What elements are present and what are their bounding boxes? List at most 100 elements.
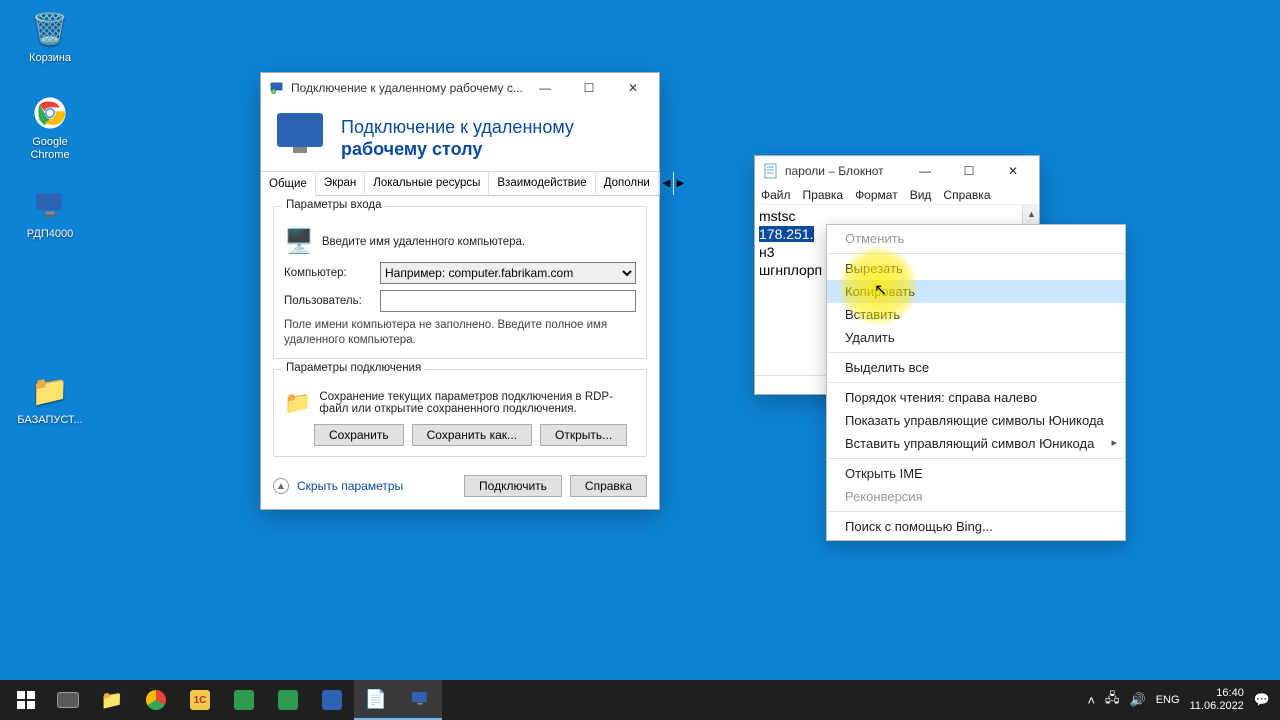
taskbar-1c[interactable]: 1C xyxy=(178,680,222,720)
rdp-icon xyxy=(410,689,430,709)
connection-group: Параметры подключения 📁 Сохранение текущ… xyxy=(273,369,647,457)
rdp-banner-heading: Подключение к удаленному рабочему столу xyxy=(341,116,574,160)
scroll-up-icon[interactable]: ▲ xyxy=(1023,205,1039,222)
ctx-delete[interactable]: Удалить xyxy=(827,326,1125,349)
login-hint: Поле имени компьютера не заполнено. Введ… xyxy=(284,318,636,348)
taskbar-clock[interactable]: 16:40 11.06.2022 xyxy=(1190,687,1244,713)
taskbar-chrome[interactable] xyxy=(134,680,178,720)
rdp-window: Подключение к удаленному рабочему с... —… xyxy=(260,72,660,510)
taskbar-taskview[interactable] xyxy=(46,680,90,720)
minimize-button[interactable]: — xyxy=(523,73,567,103)
tab-display[interactable]: Экран xyxy=(316,172,365,195)
taskbar: 📁 1C 📄 ˄ 🖧 🔊 ENG 16:40 11.06.2022 💬 xyxy=(0,680,1280,720)
taskbar-explorer[interactable]: 📁 xyxy=(90,680,134,720)
1c-icon: 1C xyxy=(190,690,210,710)
tab-experience[interactable]: Взаимодействие xyxy=(489,172,595,195)
volume-icon[interactable]: 🔊 xyxy=(1130,692,1146,708)
hide-params-link[interactable]: Скрыть параметры xyxy=(297,479,403,493)
label-computer: Компьютер: xyxy=(284,267,372,279)
separator xyxy=(828,382,1124,383)
login-prompt: Введите имя удаленного компьютера. xyxy=(322,236,525,248)
user-input[interactable] xyxy=(380,290,636,312)
notifications-icon[interactable]: 💬 xyxy=(1254,692,1270,708)
rdp-titlebar-icon xyxy=(269,80,285,96)
login-group: Параметры входа 🖥️ Введите имя удаленног… xyxy=(273,206,647,359)
menu-file[interactable]: Файл xyxy=(761,188,791,202)
notepad-menubar: Файл Правка Формат Вид Справка xyxy=(755,186,1039,205)
notepad-icon: 📄 xyxy=(365,689,387,710)
desktop-icon-chrome[interactable]: Google Chrome xyxy=(14,92,86,162)
connect-button[interactable]: Подключить xyxy=(464,475,562,497)
rdp-window-title: Подключение к удаленному рабочему с... xyxy=(291,81,523,95)
tab-scroll-left[interactable]: ◀ xyxy=(659,172,673,195)
menu-view[interactable]: Вид xyxy=(910,188,932,202)
separator xyxy=(828,511,1124,512)
ctx-rtl[interactable]: Порядок чтения: справа налево xyxy=(827,386,1125,409)
save-as-button[interactable]: Сохранить как... xyxy=(412,424,532,446)
separator xyxy=(828,458,1124,459)
ctx-copy[interactable]: Копировать xyxy=(827,280,1125,303)
login-group-title: Параметры входа xyxy=(282,199,385,211)
tab-scroll-right[interactable]: ▶ xyxy=(673,172,687,195)
folder-icon: 📁 xyxy=(29,370,71,412)
maximize-button[interactable]: ☐ xyxy=(947,156,991,186)
chevron-up-icon[interactable]: ˄ xyxy=(1087,693,1095,708)
tab-general[interactable]: Общие xyxy=(261,173,316,196)
taskbar-app-green[interactable] xyxy=(222,680,266,720)
menu-help[interactable]: Справка xyxy=(943,188,990,202)
connection-desc: Сохранение текущих параметров подключени… xyxy=(319,391,636,415)
notepad-window-title: пароли – Блокнот xyxy=(785,164,903,178)
rdp-banner: Подключение к удаленному рабочему столу xyxy=(261,103,659,171)
taskbar-app-green2[interactable] xyxy=(266,680,310,720)
ctx-show-unicode[interactable]: Показать управляющие символы Юникода xyxy=(827,409,1125,432)
label-user: Пользователь: xyxy=(284,295,372,307)
desktop-icon-rdp4000[interactable]: РДП4000 xyxy=(14,184,86,241)
taskbar-notepad[interactable]: 📄 xyxy=(354,680,398,720)
rdp-titlebar[interactable]: Подключение к удаленному рабочему с... —… xyxy=(261,73,659,103)
close-button[interactable]: ✕ xyxy=(611,73,655,103)
rdp-banner-icon xyxy=(277,113,327,163)
separator xyxy=(828,253,1124,254)
clock-date: 11.06.2022 xyxy=(1190,700,1244,713)
tab-local-resources[interactable]: Локальные ресурсы xyxy=(365,172,489,195)
desktop-icon-label: БАЗАПУСТ... xyxy=(14,414,86,427)
chrome-icon xyxy=(29,92,71,134)
ctx-paste[interactable]: Вставить xyxy=(827,303,1125,326)
ctx-bing[interactable]: Поиск с помощью Bing... xyxy=(827,515,1125,538)
open-button[interactable]: Открыть... xyxy=(540,424,627,446)
start-button[interactable] xyxy=(6,680,46,720)
connection-group-title: Параметры подключения xyxy=(282,362,425,374)
desktop-icon-label: Корзина xyxy=(14,52,86,65)
computer-input[interactable]: Например: computer.fabrikam.com xyxy=(380,262,636,284)
rdp-tabs: Общие Экран Локальные ресурсы Взаимодейс… xyxy=(261,171,659,196)
save-button[interactable]: Сохранить xyxy=(314,424,404,446)
menu-format[interactable]: Формат xyxy=(855,188,898,202)
ctx-reconvert[interactable]: Реконверсия xyxy=(827,485,1125,508)
chrome-icon xyxy=(146,690,166,710)
taskbar-rdp[interactable] xyxy=(398,680,442,720)
desktop-icon-recycle-bin[interactable]: 🗑️ Корзина xyxy=(14,8,86,65)
context-menu: Отменить Вырезать Копировать Вставить Уд… xyxy=(826,224,1126,541)
text-line: mstsc xyxy=(759,207,1035,225)
system-tray: ˄ 🖧 🔊 ENG 16:40 11.06.2022 💬 xyxy=(1087,687,1274,713)
help-button[interactable]: Справка xyxy=(570,475,647,497)
ctx-insert-unicode[interactable]: Вставить управляющий символ Юникода xyxy=(827,432,1125,455)
rdp-footer: ▲ Скрыть параметры Подключить Справка xyxy=(261,467,659,509)
taskbar-app-blue[interactable] xyxy=(310,680,354,720)
menu-edit[interactable]: Правка xyxy=(803,188,844,202)
chevron-up-icon[interactable]: ▲ xyxy=(273,478,289,494)
language-indicator[interactable]: ENG xyxy=(1156,694,1180,706)
close-button[interactable]: ✕ xyxy=(991,156,1035,186)
network-icon[interactable]: 🖧 xyxy=(1105,689,1120,711)
tab-advanced[interactable]: Дополни xyxy=(596,172,659,195)
ctx-select-all[interactable]: Выделить все xyxy=(827,356,1125,379)
desktop-icon-folder[interactable]: 📁 БАЗАПУСТ... xyxy=(14,370,86,427)
ctx-cut[interactable]: Вырезать xyxy=(827,257,1125,280)
rdp-banner-line1: Подключение к удаленному xyxy=(341,116,574,138)
minimize-button[interactable]: — xyxy=(903,156,947,186)
rdp-icon xyxy=(29,184,71,226)
maximize-button[interactable]: ☐ xyxy=(567,73,611,103)
notepad-titlebar[interactable]: пароли – Блокнот — ☐ ✕ xyxy=(755,156,1039,186)
ctx-open-ime[interactable]: Открыть IME xyxy=(827,462,1125,485)
ctx-undo[interactable]: Отменить xyxy=(827,227,1125,250)
